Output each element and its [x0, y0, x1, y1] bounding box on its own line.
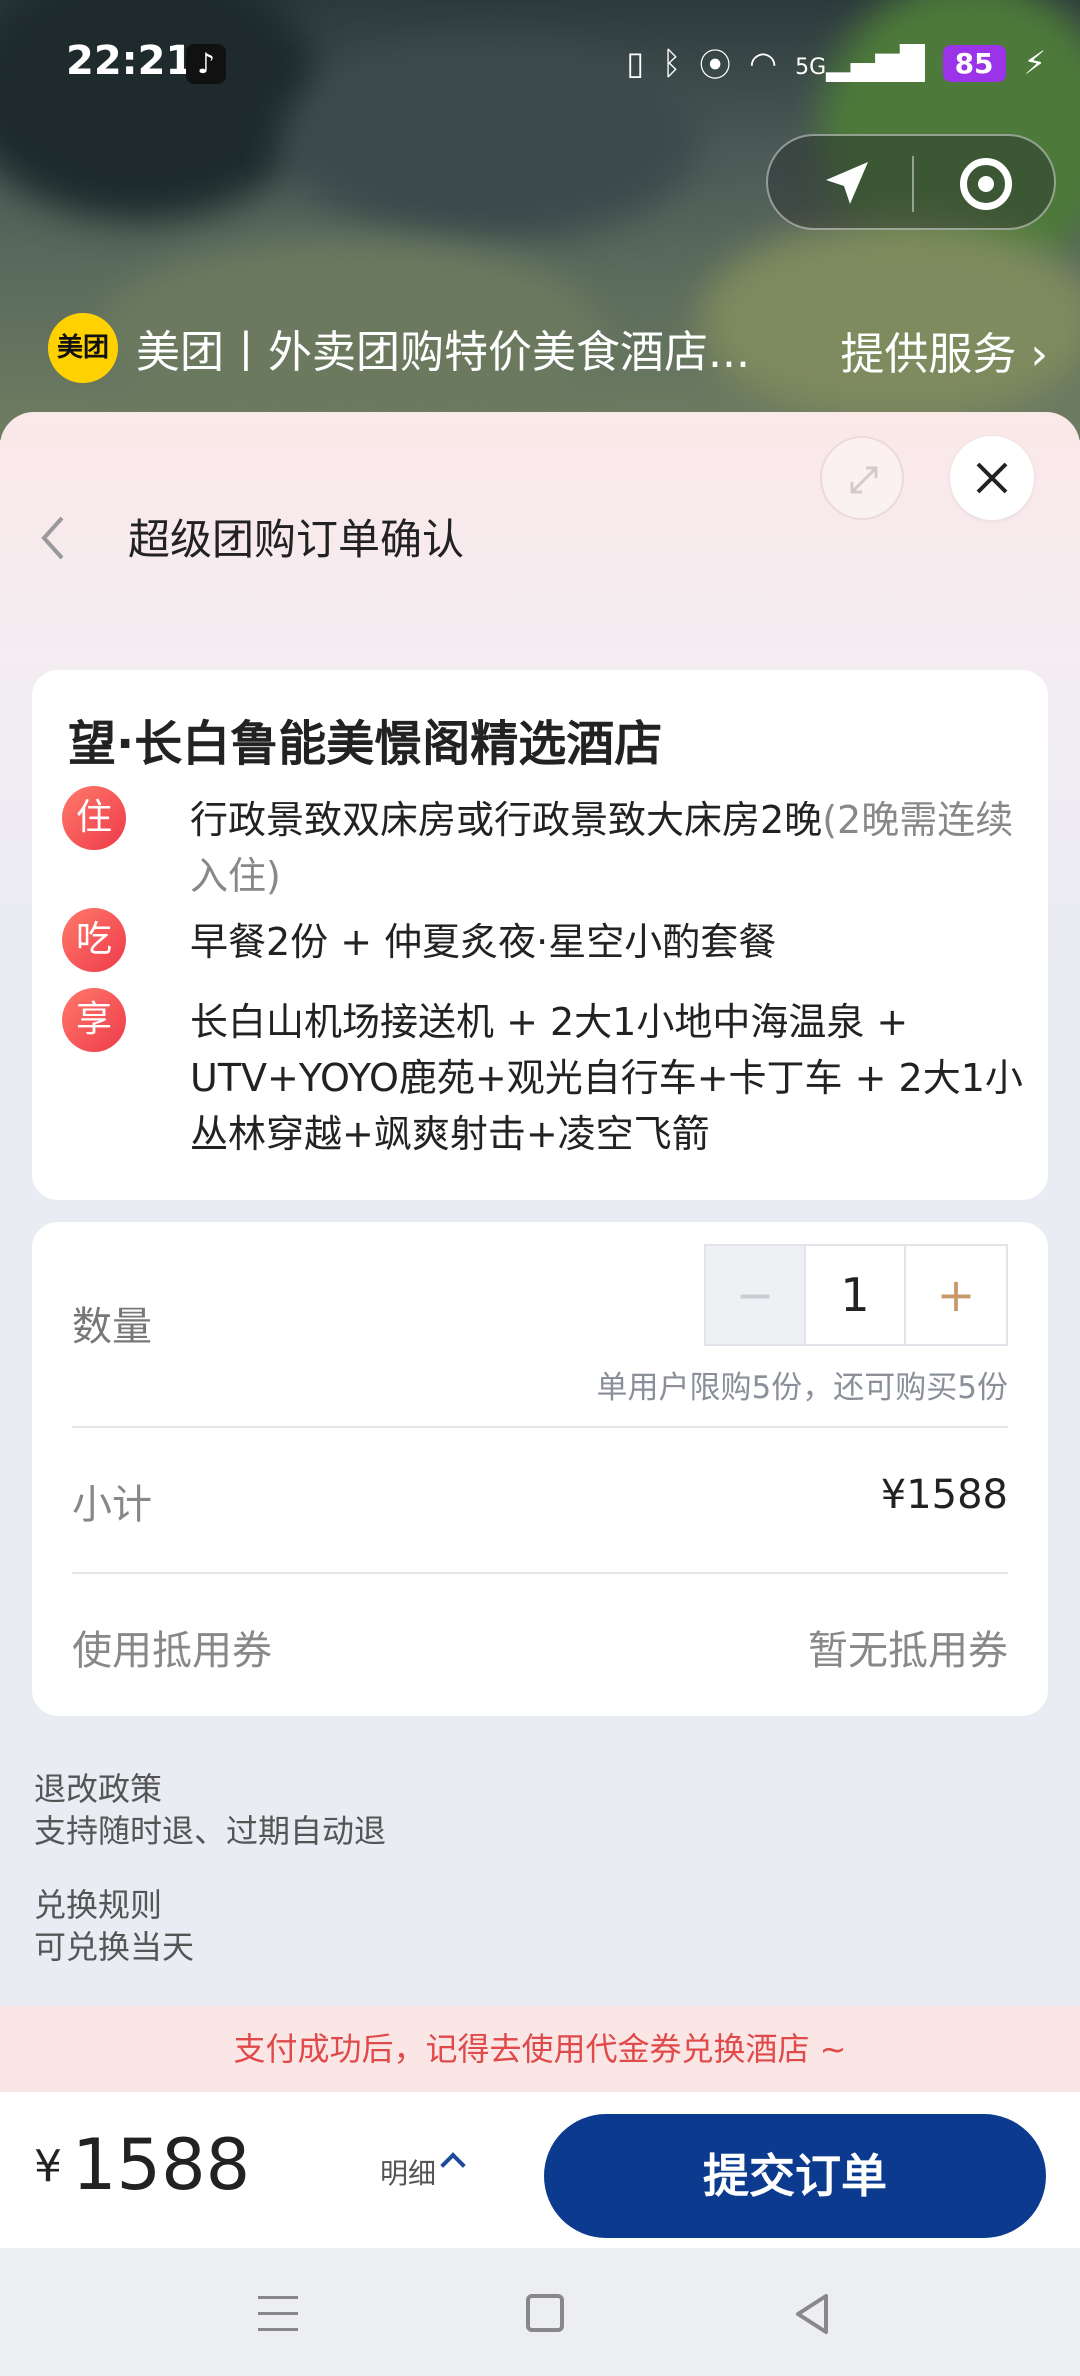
hotel-package-card: 望·长白鲁能美憬阁精选酒店 住 行政景致双床房或行政景致大床房2晚(2晚需连续入… [32, 670, 1048, 1200]
mini-program-service-bar[interactable]: 美团 美团丨外卖团购特价美食酒店... 提供服务 › [48, 310, 1048, 386]
charging-icon: ⚡ [1023, 44, 1046, 82]
subtotal-label: 小计 [72, 1482, 152, 1528]
subtotal-value: ¥1588 [880, 1472, 1008, 1518]
refund-policy: 退改政策 支持随时退、过期自动退 [34, 1768, 386, 1852]
close-mini-program-icon[interactable] [960, 158, 1012, 210]
signal-5g-icon: 5G▂▄▆█ [795, 44, 925, 82]
wifi-icon: ◠ [749, 44, 778, 82]
mini-program-capsule [766, 134, 1056, 230]
purchase-limit-text: 单用户限购5份，还可购买5份 [596, 1370, 1008, 1406]
coupon-value[interactable]: 暂无抵用券 [808, 1618, 1008, 1676]
back-nav-icon[interactable] [792, 2292, 832, 2336]
location-icon: ⦿ [699, 46, 732, 84]
back-icon[interactable] [32, 508, 76, 568]
package-item-enjoy: 享 长白山机场接送机 + 2大1小地中海温泉 + UTV+YOYO鹿苑+观光自行… [62, 988, 1023, 1168]
divider [72, 1426, 1008, 1428]
submit-order-button[interactable]: 提交订单 [544, 2114, 1046, 2238]
food-badge: 吃 [62, 908, 126, 972]
redeem-rules: 兑换规则 可兑换当天 [34, 1884, 194, 1968]
navigation-arrow-icon[interactable] [818, 156, 874, 212]
increase-button[interactable]: + [906, 1246, 1006, 1344]
bluetooth-icon: ᛒ [661, 44, 682, 82]
service-link[interactable]: 提供服务 › [840, 318, 1048, 382]
stay-badge: 住 [62, 786, 126, 850]
battery-level: 85 [942, 44, 1006, 82]
tiktok-icon: ♪ [186, 44, 226, 84]
redeem-rules-title: 兑换规则 [34, 1886, 163, 1924]
service-link-label: 提供服务 [840, 329, 1017, 380]
meituan-logo: 美团 [48, 313, 118, 383]
status-bar: 22:21 ♪ ▯ ᛒ ⦿ ◠ 5G▂▄▆█ 85 ⚡ [0, 0, 1080, 130]
total-price: ¥1588 [34, 2124, 250, 2206]
close-button[interactable] [950, 436, 1034, 520]
hotel-name: 望·长白鲁能美憬阁精选酒店 [68, 716, 663, 772]
refund-policy-title: 退改政策 [34, 1770, 163, 1808]
stay-text: 行政景致双床房或行政景致大床房2晚 [190, 798, 823, 842]
decrease-button[interactable]: − [706, 1246, 806, 1344]
quantity-value[interactable]: 1 [806, 1246, 906, 1344]
coupon-label[interactable]: 使用抵用券 [72, 1618, 272, 1676]
redeem-rules-text: 可兑换当天 [34, 1928, 195, 1966]
checkout-bar: ¥1588 明细 提交订单 [0, 2092, 1080, 2248]
package-item-stay: 住 行政景致双床房或行政景致大床房2晚(2晚需连续入住) [62, 786, 1022, 906]
food-text: 早餐2份 + 仲夏炙夜·星空小酌套餐 [190, 920, 777, 964]
page-title: 超级团购订单确认 [128, 515, 465, 564]
price-detail-link[interactable]: 明细 [380, 2152, 436, 2192]
package-item-food: 吃 早餐2份 + 仲夏炙夜·星空小酌套餐 [62, 908, 1022, 974]
expand-button[interactable] [820, 436, 904, 520]
home-icon[interactable] [526, 2294, 564, 2332]
enjoy-text: 长白山机场接送机 + 2大1小地中海温泉 + UTV+YOYO鹿苑+观光自行车+… [190, 1000, 1023, 1156]
refund-policy-text: 支持随时退、过期自动退 [34, 1812, 387, 1850]
status-icons: ▯ ᛒ ⦿ ◠ 5G▂▄▆█ 85 ⚡ [626, 40, 1046, 86]
system-nav-bar [0, 2248, 1080, 2376]
quantity-stepper: − 1 + [704, 1244, 1008, 1346]
chevron-up-icon[interactable] [440, 2152, 466, 2178]
enjoy-badge: 享 [62, 988, 126, 1052]
close-icon [976, 462, 1008, 494]
expand-icon [850, 466, 878, 494]
status-time: 22:21 [66, 38, 194, 84]
currency-symbol: ¥ [34, 2141, 62, 2192]
vibrate-icon: ▯ [626, 44, 644, 82]
chevron-right-icon: › [1016, 329, 1048, 380]
package-item-text: 行政景致双床房或行政景致大床房2晚(2晚需连续入住) [190, 792, 1050, 904]
network-type: 5G [795, 55, 827, 80]
payment-notice: 支付成功后，记得去使用代金券兑换酒店 ~ [0, 2006, 1080, 2092]
capsule-divider [912, 156, 914, 212]
price-value: 1588 [72, 2124, 251, 2206]
mini-program-title: 美团丨外卖团购特价美食酒店... [136, 327, 750, 378]
quantity-label: 数量 [72, 1304, 152, 1350]
divider [72, 1572, 1008, 1574]
recent-apps-icon[interactable] [258, 2296, 298, 2332]
order-details-card: 数量 − 1 + 单用户限购5份，还可购买5份 小计 ¥1588 使用抵用券 暂… [32, 1222, 1048, 1716]
